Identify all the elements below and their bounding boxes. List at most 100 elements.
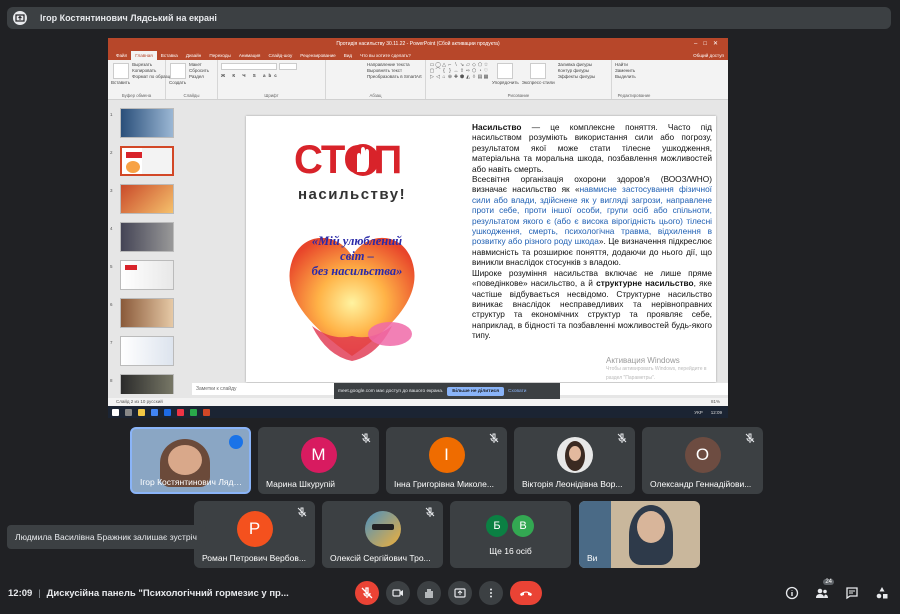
- shape-effects-button[interactable]: Эффекты фигуры: [558, 74, 596, 80]
- chrome-icon[interactable]: [151, 408, 158, 416]
- group-label: Редактирование: [617, 93, 651, 98]
- slide-thumbnail[interactable]: [120, 374, 174, 394]
- smartart-button[interactable]: Преобразовать в SmartArt: [367, 74, 422, 80]
- participant-tile[interactable]: Олексій Сергійович Тро...: [322, 501, 443, 568]
- hide-notice-button[interactable]: Сховати: [508, 389, 526, 394]
- search-icon[interactable]: [125, 408, 132, 416]
- paste-button[interactable]: Вставить: [111, 80, 130, 86]
- group-label: Слайды: [183, 93, 200, 98]
- self-tile[interactable]: Ви: [579, 501, 700, 568]
- section-button[interactable]: Раздел: [189, 74, 209, 80]
- participant-tile[interactable]: М Марина Шкурупій: [258, 427, 379, 494]
- tab-file[interactable]: Файл: [112, 51, 131, 60]
- mic-toggle-button[interactable]: [355, 581, 379, 605]
- participant-tile[interactable]: Р Роман Петрович Вербов...: [194, 501, 315, 568]
- slide-thumbnail-selected[interactable]: [120, 146, 174, 176]
- arrange-button[interactable]: Упорядочить: [492, 80, 519, 86]
- term-bold: Насильство: [472, 122, 522, 132]
- others-count: Ще 16 осіб: [489, 546, 532, 556]
- paragraph-3: Широке розуміння насильства включає не л…: [472, 268, 712, 341]
- font-format-buttons[interactable]: Ж К Ч S abc: [221, 73, 322, 79]
- raise-hand-button[interactable]: [417, 581, 441, 605]
- paragraph-2: Всесвітня організація охорони здоров'я (…: [472, 174, 712, 268]
- thumb-number: 2: [110, 150, 113, 155]
- speaking-indicator-icon: [229, 435, 243, 449]
- participant-tile[interactable]: Вікторія Леонідівна Вор...: [514, 427, 635, 494]
- app-icon[interactable]: [190, 408, 197, 416]
- participant-name: Марина Шкурупій: [266, 479, 336, 489]
- new-slide-button[interactable]: Создать слайд: [169, 80, 187, 86]
- camera-toggle-button[interactable]: [386, 581, 410, 605]
- slide-thumbnail[interactable]: [120, 184, 174, 214]
- tab-insert[interactable]: Вставка: [157, 51, 182, 60]
- explorer-icon[interactable]: [138, 408, 145, 416]
- select-button[interactable]: Выделить: [615, 74, 653, 80]
- profile-photo: [556, 436, 593, 473]
- activities-button[interactable]: [874, 585, 890, 601]
- slide-thumbnail[interactable]: [120, 336, 174, 366]
- shapes-gallery[interactable]: ▭ ◯ △ ⌐ \ ↘ ▱ ◇ ⬠ ☆ ▢ ⌒{} ↔ ⇧ ⇨ ⬡ ◔ ♡ ▷ ◁ ⌂ ⊕ ✚ ⬢ ◭ ◊ ▤ ▦: [429, 62, 489, 82]
- tab-animation[interactable]: Анимация: [235, 51, 265, 60]
- tab-view[interactable]: Вид: [340, 51, 356, 60]
- present-screen-icon: [13, 11, 27, 25]
- new-slide-icon[interactable]: [170, 63, 186, 79]
- stop-sharing-button[interactable]: Більше не ділитися: [447, 386, 505, 396]
- arrange-icon[interactable]: [497, 63, 514, 79]
- app-icon[interactable]: [177, 408, 184, 416]
- presenting-banner: Ігор Костянтинович Лядський на екрані: [7, 7, 891, 29]
- powerpoint-taskbar-icon[interactable]: [203, 408, 210, 416]
- slide-thumbnail[interactable]: [120, 260, 174, 290]
- thumb-number: 5: [110, 264, 113, 269]
- group-paragraph: Направление текста Выровнять текст Преоб…: [326, 60, 426, 99]
- app-icon[interactable]: [164, 408, 171, 416]
- tab-slideshow[interactable]: Слайд-шоу: [264, 51, 296, 60]
- zoom-level[interactable]: 81%: [711, 398, 720, 406]
- powerpoint-titlebar: Протидія насильству 30.11.22 - PowerPoin…: [108, 38, 728, 50]
- participant-face: [168, 445, 202, 475]
- presenting-title: Ігор Костянтинович Лядський на екрані: [40, 13, 217, 23]
- quick-styles-icon[interactable]: [530, 63, 547, 79]
- shared-screen: Протидія насильству 30.11.22 - PowerPoin…: [108, 38, 728, 418]
- window-controls: –□✕: [694, 41, 724, 47]
- mic-off-icon: [361, 587, 373, 599]
- font-size-box[interactable]: [279, 63, 297, 70]
- heart-caption-line: без насильства»: [311, 264, 403, 278]
- present-button[interactable]: [448, 581, 472, 605]
- paste-icon[interactable]: [112, 63, 129, 79]
- keyboard-language[interactable]: УКР: [694, 410, 702, 415]
- slide-thumbnail[interactable]: [120, 222, 174, 252]
- tab-review[interactable]: Рецензирование: [296, 51, 339, 60]
- mic-off-icon: [297, 507, 307, 517]
- share-link[interactable]: Общий доступ: [689, 51, 728, 60]
- share-notice-text: meet.google.com має доступ до вашого екр…: [338, 388, 444, 394]
- participant-tile[interactable]: Ігор Костянтинович Лядсь...: [130, 427, 251, 494]
- tab-home[interactable]: Главная: [131, 51, 157, 60]
- windows-activation-watermark: Активация Windows Чтобы активировать Win…: [606, 356, 716, 383]
- ribbon: Вставить Вырезать Копировать Формат по о…: [108, 60, 728, 100]
- slide-thumbnail[interactable]: [120, 298, 174, 328]
- participants-count-badge: 24: [823, 579, 834, 585]
- others-tile[interactable]: Б В Ще 16 осіб: [450, 501, 571, 568]
- participant-tile[interactable]: О Олександр Геннадійови...: [642, 427, 763, 494]
- slide-thumbnail[interactable]: [120, 108, 174, 138]
- current-slide[interactable]: СТОП насильству! «Мій улюблений світ – б…: [246, 116, 716, 382]
- meeting-details-button[interactable]: [784, 585, 800, 601]
- system-tray: УКР 12:09: [694, 410, 728, 415]
- leave-call-button[interactable]: [510, 581, 542, 605]
- hang-up-icon: [520, 591, 532, 596]
- participant-name: Вікторія Леонідівна Вор...: [522, 479, 623, 489]
- participant-tile[interactable]: І Інна Григорівна Миколе...: [386, 427, 507, 494]
- tell-me-search[interactable]: Что вы хотите сделать?: [356, 51, 415, 60]
- tab-transitions[interactable]: Переходы: [205, 51, 235, 60]
- tray-clock[interactable]: 12:09: [711, 410, 722, 415]
- avatar: Б: [486, 515, 508, 537]
- participant-name: Ви: [587, 553, 598, 563]
- font-name-box[interactable]: [221, 63, 277, 70]
- more-options-button[interactable]: [479, 581, 503, 605]
- start-icon[interactable]: [112, 408, 119, 416]
- quick-styles-button[interactable]: Экспресс-стили: [522, 80, 555, 86]
- chat-button[interactable]: [844, 585, 860, 601]
- tab-design[interactable]: Дизайн: [182, 51, 205, 60]
- people-button[interactable]: 24: [814, 579, 834, 601]
- self-face: [637, 511, 665, 543]
